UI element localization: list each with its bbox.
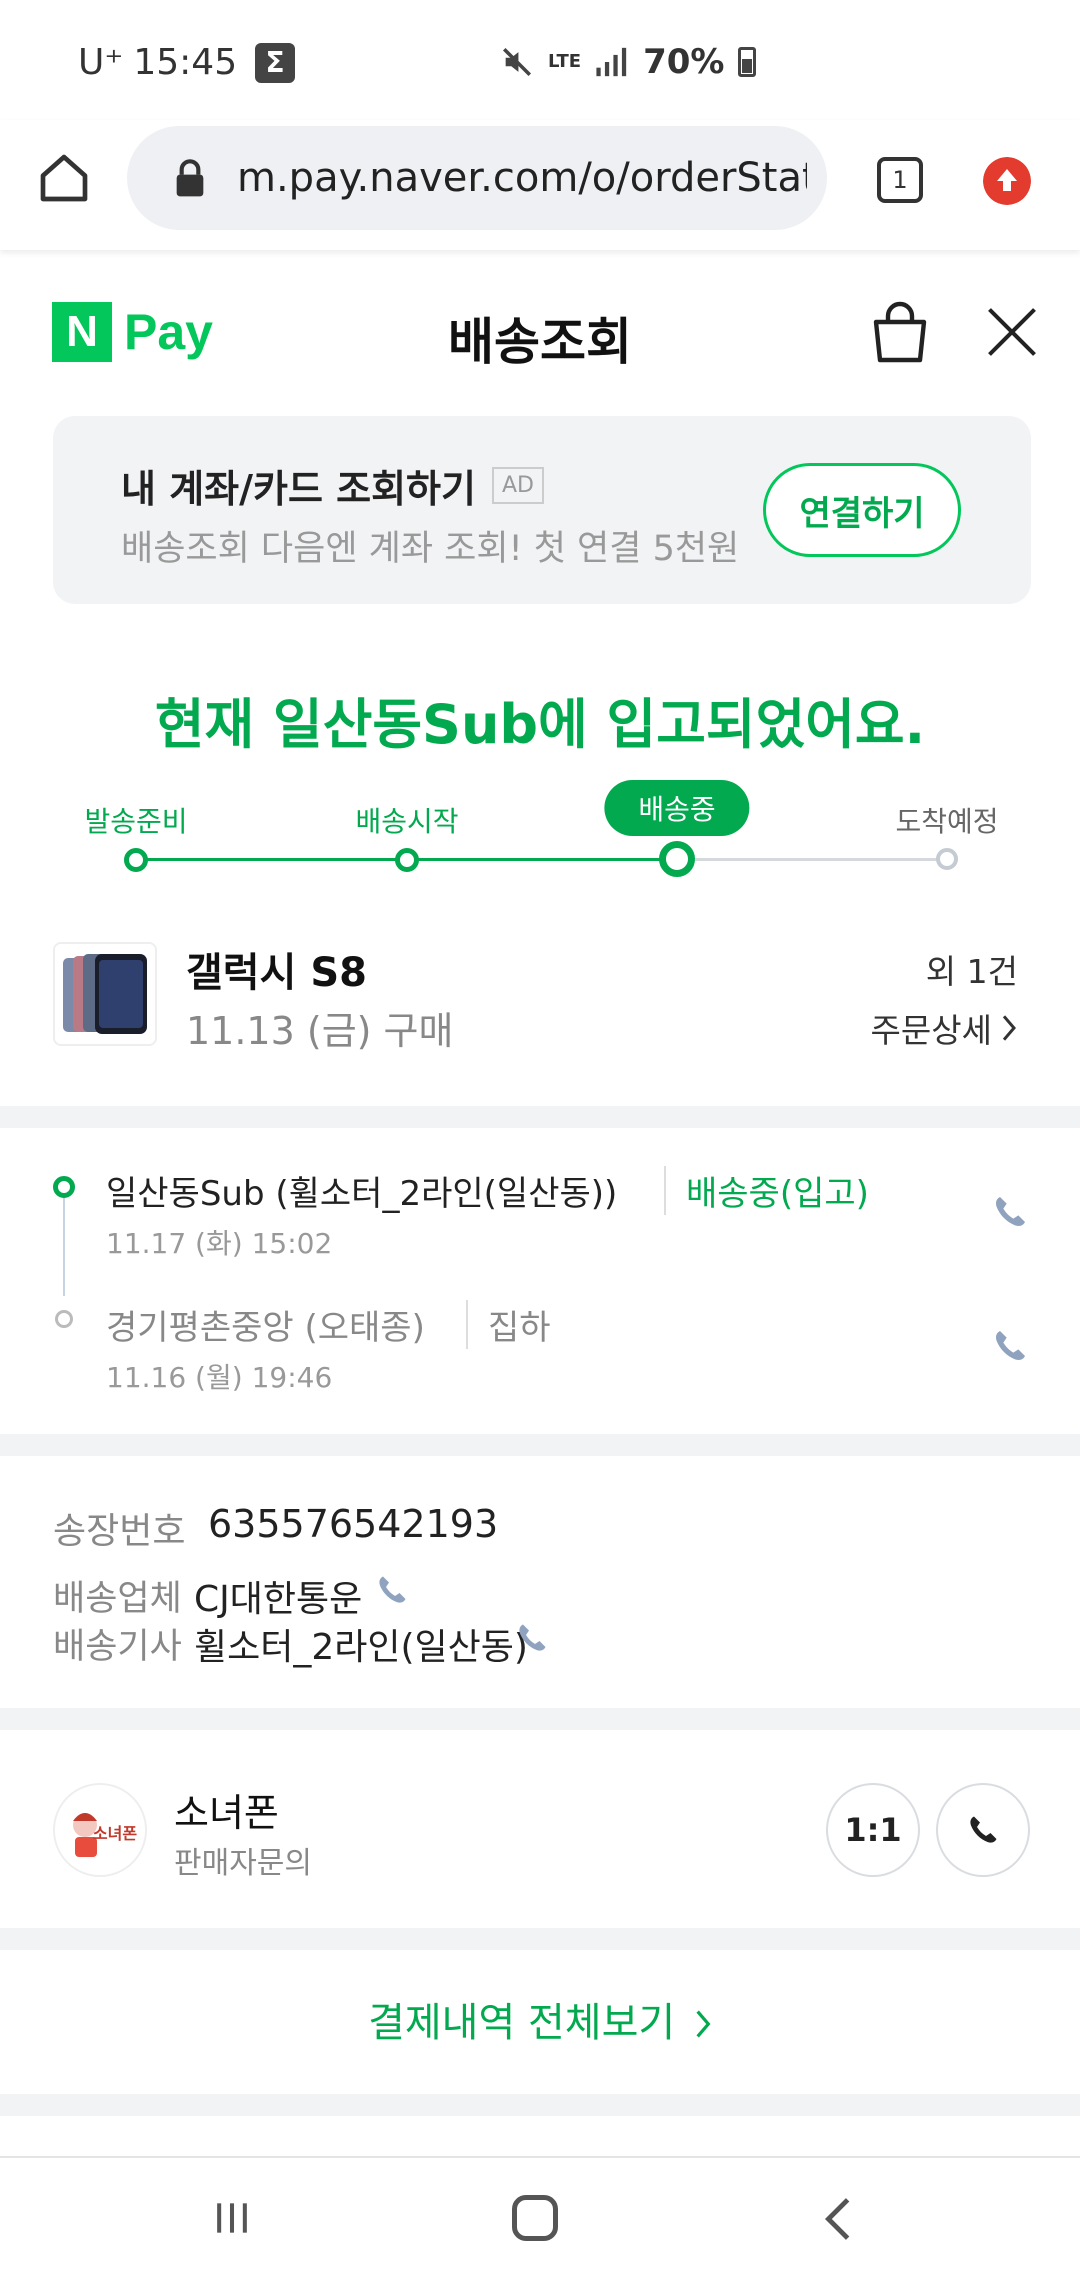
step-dot-arrival: [936, 848, 958, 870]
ad-title: 내 계좌/카드 조회하기 AD: [121, 458, 544, 513]
tracking-status: 집하: [466, 1300, 551, 1349]
chevron-right-icon: [696, 2010, 711, 2038]
step-label-arrival: 도착예정: [895, 805, 999, 838]
phone-icon[interactable]: [514, 1620, 550, 1656]
section-divider: [0, 1106, 1080, 1128]
purchase-date: 11.13 (금) 구매: [186, 1009, 454, 1053]
step-label-started: 배송시작: [355, 805, 459, 838]
lte-icon: LTE: [548, 51, 582, 72]
close-icon[interactable]: [985, 305, 1039, 359]
connect-button[interactable]: 연결하기: [763, 463, 961, 557]
home-icon[interactable]: [36, 150, 92, 206]
extra-items-count: 외 1건: [925, 952, 1018, 991]
order-detail-link[interactable]: 주문상세: [871, 1004, 1018, 1052]
step-dot-in-transit: [659, 841, 695, 877]
timeline-line: [63, 1194, 65, 1296]
invoice-number[interactable]: 635576542193: [208, 1502, 498, 1546]
seller-name: 소녀폰: [174, 1791, 279, 1835]
seller-inquiry-label: 판매자문의: [174, 1846, 312, 1881]
carrier-label: 배송업체: [53, 1579, 182, 1619]
battery-icon: [738, 47, 757, 77]
seller-call-button[interactable]: [936, 1783, 1030, 1877]
step-dot-started: [395, 848, 419, 872]
view-all-payments-link[interactable]: 결제내역 전체보기: [0, 1990, 1080, 2048]
seller-logo-text: 소녀폰: [93, 1824, 137, 1843]
url-text[interactable]: m.pay.naver.com/o/orderStat: [237, 155, 807, 201]
ad-title-text: 내 계좌/카드 조회하기: [121, 467, 476, 511]
tab-count: 1: [892, 166, 908, 194]
delivery-progress: 발송준비 배송시작 배송중 도착예정: [0, 775, 1080, 885]
driver-name: 휠소터_2라인(일산동): [194, 1627, 528, 1668]
tracking-list: 일산동Sub (휠소터_2라인(일산동)) 배송중(입고) 11.17 (화) …: [0, 1128, 1080, 1434]
status-bar: U⁺ 15:45 Σ LTE 70%: [0, 0, 1080, 120]
phone-image-icon: [55, 944, 155, 1044]
signal-icon: [596, 47, 627, 77]
phone-icon: [970, 1816, 997, 1843]
seller-avatar: 소녀폰: [53, 1783, 147, 1877]
phone-icon[interactable]: [990, 1192, 1030, 1232]
back-icon[interactable]: [818, 2194, 858, 2244]
product-row[interactable]: 갤럭시 S8 11.13 (금) 구매 외 1건 주문상세: [0, 930, 1080, 1100]
section-divider: [0, 2094, 1080, 2116]
invoice-label: 송장번호: [53, 1511, 186, 1552]
delivery-headline: 현재 일산동Sub에 입고되었어요.: [154, 693, 926, 756]
progress-track-pending: [677, 858, 947, 861]
tracking-place: 경기평촌중앙 (오태종): [106, 1308, 425, 1348]
product-thumbnail: [53, 942, 157, 1046]
step-label-ready: 발송준비: [84, 805, 188, 838]
status-right: LTE 70%: [500, 42, 757, 82]
recent-apps-icon[interactable]: [210, 2196, 254, 2240]
seller-logo-icon: 소녀폰: [55, 1785, 145, 1875]
phone-icon[interactable]: [374, 1572, 410, 1608]
view-all-payments-label: 결제내역 전체보기: [368, 2000, 676, 2046]
section-divider: [0, 1708, 1080, 1730]
ad-badge: AD: [491, 467, 544, 504]
tabs-icon[interactable]: 1: [877, 157, 923, 203]
lock-icon: [176, 159, 204, 197]
order-detail-label: 주문상세: [870, 1011, 992, 1050]
tracking-place: 일산동Sub (휠소터_2라인(일산동)): [106, 1174, 618, 1214]
step-label-in-transit: 배송중: [604, 780, 750, 836]
section-divider: [0, 1928, 1080, 1950]
section-divider: [0, 1434, 1080, 1456]
phone-icon[interactable]: [990, 1326, 1030, 1366]
battery-percent: 70%: [643, 42, 725, 82]
sigma-icon: Σ: [255, 42, 296, 83]
nav-home-icon[interactable]: [512, 2195, 558, 2241]
status-left: U⁺ 15:45 Σ: [78, 42, 296, 83]
system-nav-bar: [0, 2156, 1080, 2280]
carrier-label: U⁺: [78, 42, 124, 83]
address-bar[interactable]: m.pay.naver.com/o/orderStat: [127, 126, 827, 230]
clock: 15:45: [133, 42, 238, 83]
shopping-bag-icon[interactable]: [870, 300, 930, 364]
chevron-right-icon: [1002, 1015, 1016, 1041]
carrier-name: CJ대한통운: [194, 1579, 363, 1620]
one-to-one-chat-button[interactable]: 1:1: [826, 1783, 920, 1877]
product-name: 갤럭시 S8: [186, 950, 367, 996]
step-dot-ready: [124, 848, 148, 872]
tracking-time: 11.16 (월) 19:46: [106, 1361, 333, 1394]
tracking-time: 11.17 (화) 15:02: [106, 1227, 333, 1260]
driver-label: 배송기사: [53, 1627, 182, 1667]
browser-toolbar: m.pay.naver.com/o/orderStat 1: [0, 120, 1080, 250]
ad-subtitle: 배송조회 다음엔 계좌 조회! 첫 연결 5천원: [121, 529, 740, 569]
timeline-dot-past: [55, 1310, 73, 1328]
tracking-status: 배송중(입고): [664, 1166, 869, 1215]
mute-icon: [502, 47, 532, 77]
update-icon[interactable]: [983, 157, 1031, 205]
ad-banner[interactable]: 내 계좌/카드 조회하기 AD 배송조회 다음엔 계좌 조회! 첫 연결 5천원…: [53, 416, 1031, 604]
timeline-dot-current: [53, 1176, 75, 1198]
